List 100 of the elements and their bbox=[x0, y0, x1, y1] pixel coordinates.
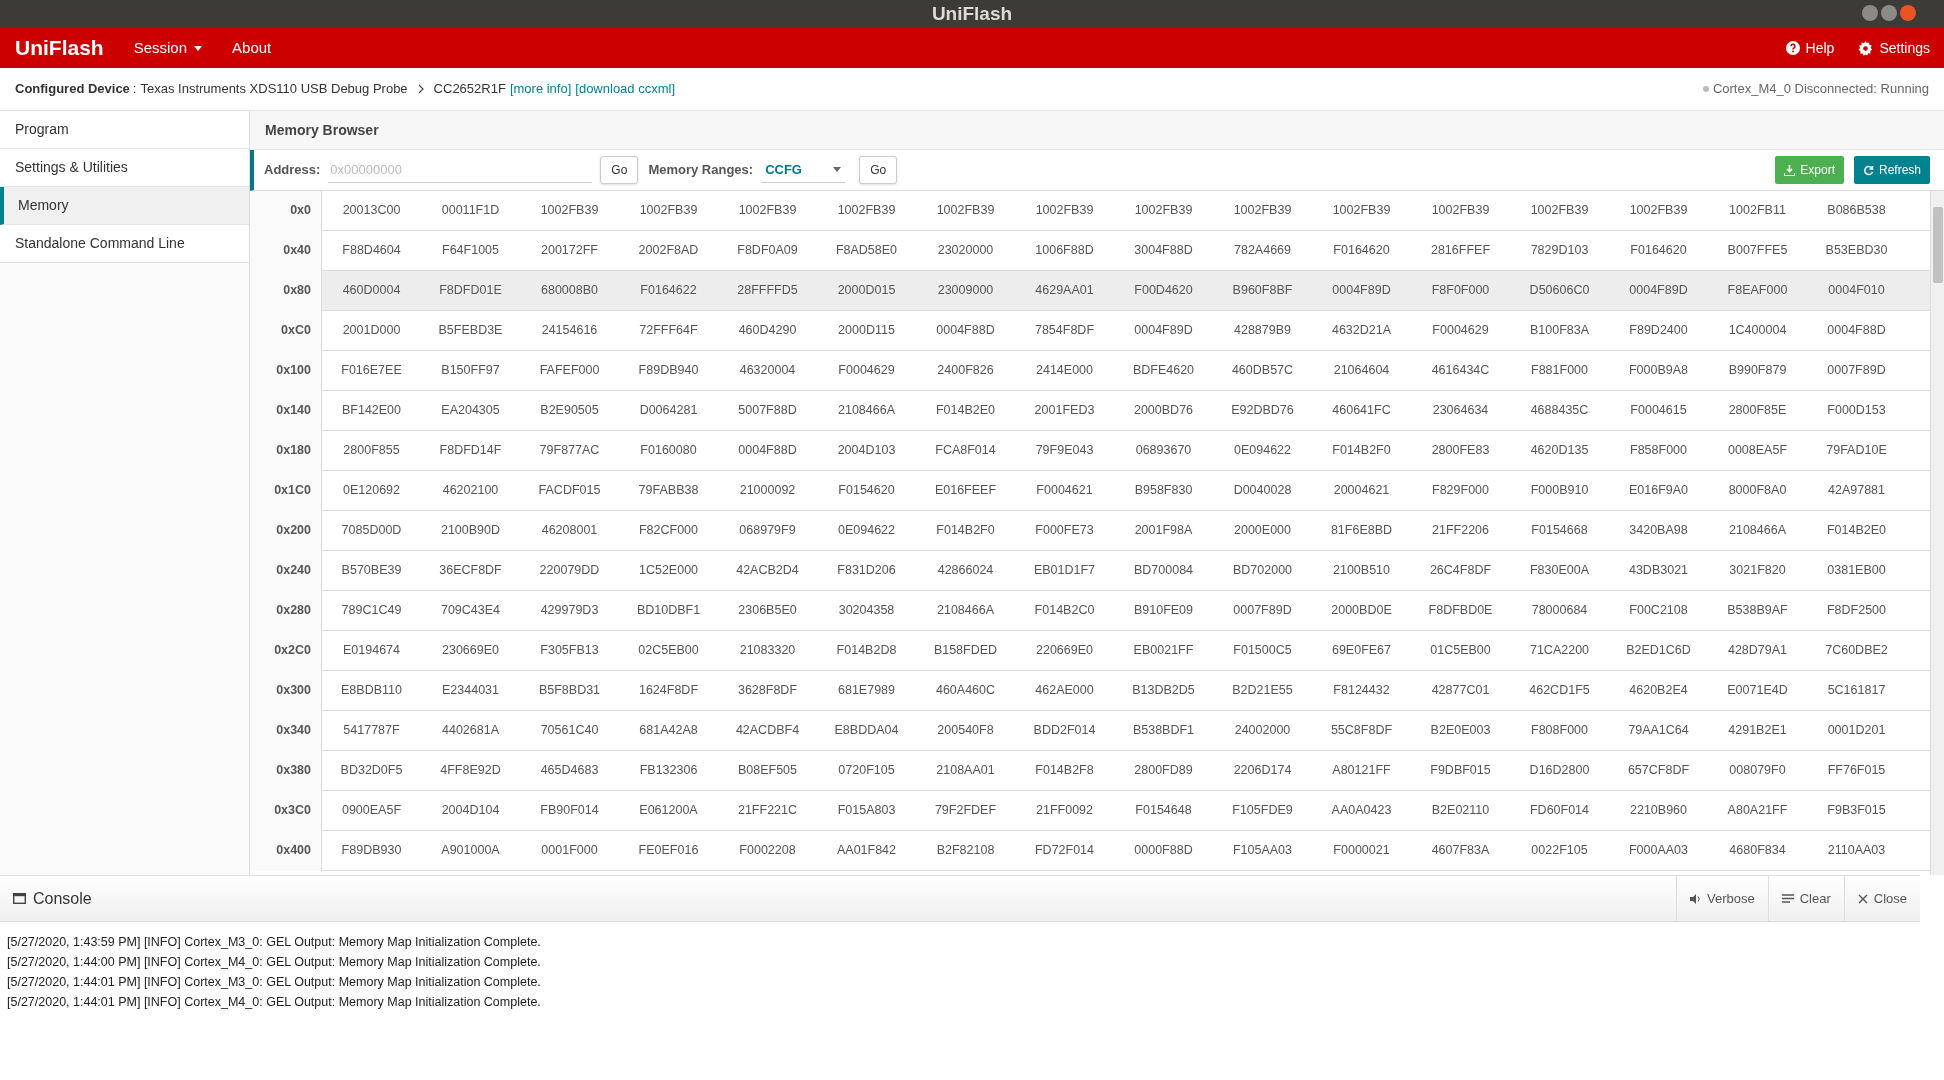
table-cell-text: F014B2F8 bbox=[1035, 762, 1094, 780]
table-cell-text: B570BE39 bbox=[341, 562, 402, 580]
table-cell-text: D0064281 bbox=[639, 402, 698, 420]
settings-button[interactable]: Settings bbox=[1858, 37, 1930, 59]
table-cell-text: 46320004 bbox=[739, 362, 796, 380]
table-cell-text: 79AA1C64 bbox=[1628, 722, 1689, 740]
table-cell-text: 28FFFFD5 bbox=[737, 282, 798, 300]
table-cell-text: F016E7EE bbox=[341, 362, 402, 380]
table-cell-text: F014B2E0 bbox=[1826, 522, 1887, 540]
table-cell-text: B158FDED bbox=[933, 642, 998, 660]
table-cell-text: 460DB57C bbox=[1231, 362, 1294, 380]
app-logo[interactable]: UniFlash bbox=[0, 32, 119, 64]
table-cell-text: 2306B5E0 bbox=[738, 602, 797, 620]
table-cell-text: 1006F88D bbox=[1035, 242, 1094, 260]
table-cell-text: F0160080 bbox=[640, 442, 697, 460]
table-cell-text: 2004D104 bbox=[441, 802, 500, 820]
table-row[interactable]: 460D0004 F8DFD01E 680008B0 F0164622 28FFFFD5 2000D015 23009000 4629AA01 F00D4620 B960F8BF 0004F89D F8F0F000 D50606C0 0004F89D F8EAF000 0004F010 bbox=[322, 271, 1930, 311]
close-icon bbox=[1857, 893, 1868, 904]
table-cell-text: B538B9AF bbox=[1727, 602, 1788, 620]
table-cell-text: 42A97881 bbox=[1828, 482, 1885, 500]
table-cell-text: 1002FB39 bbox=[1134, 202, 1193, 220]
close-button[interactable]: Close bbox=[1843, 876, 1920, 921]
table-cell-text: F014B2C0 bbox=[1034, 602, 1095, 620]
table-cell-text: FF76F015 bbox=[1827, 762, 1886, 780]
sidebar-item[interactable]: Memory bbox=[0, 187, 249, 225]
table-cell-text: 1002FB39 bbox=[1035, 202, 1094, 220]
table-cell-text: 21064604 bbox=[1333, 362, 1390, 380]
table-cell-text: 3628F8DF bbox=[737, 682, 798, 700]
table-cell-text: 068979F9 bbox=[739, 522, 796, 540]
sidebar-item[interactable]: Settings & Utilities bbox=[0, 149, 249, 187]
table-cell-text: E061200A bbox=[639, 802, 698, 820]
table-cell-text: EB0021FF bbox=[1133, 642, 1194, 660]
table-cell-text: F0002208 bbox=[739, 842, 796, 860]
scrollbar[interactable] bbox=[1930, 191, 1944, 875]
table-cell-text: F00C2108 bbox=[1629, 602, 1688, 620]
table-cell-text: 79FABB38 bbox=[638, 482, 699, 500]
table-cell-text: EB01D1F7 bbox=[1033, 562, 1096, 580]
table-cell-text: F831D206 bbox=[837, 562, 896, 580]
table-cell-text: 4620B2E4 bbox=[1629, 682, 1688, 700]
caret-icon bbox=[194, 45, 203, 51]
go-button[interactable]: Go bbox=[600, 156, 639, 184]
table-cell-text: F00D4620 bbox=[1134, 282, 1193, 300]
row-address: 0xC0 bbox=[281, 322, 311, 339]
table-cell-text: F89D2400 bbox=[1629, 322, 1688, 340]
table-cell-text: 2400F826 bbox=[937, 362, 994, 380]
table-cell-text: 2110AA03 bbox=[1827, 842, 1886, 860]
table-cell-text: 460641FC bbox=[1332, 402, 1391, 420]
refresh-button[interactable]: Refresh bbox=[1853, 156, 1930, 184]
table-cell-text: 220079DD bbox=[539, 562, 600, 580]
close-button[interactable] bbox=[1900, 5, 1916, 21]
table-cell-text: F0164620 bbox=[1630, 242, 1687, 260]
table-cell-text: 42866024 bbox=[937, 562, 994, 580]
table-cell-text: 3420BA98 bbox=[1629, 522, 1688, 540]
device-link[interactable]: [download ccxml] bbox=[575, 79, 675, 99]
table-cell-text: 4616434C bbox=[1431, 362, 1490, 380]
table-cell-text: D0040028 bbox=[1233, 482, 1292, 500]
table-cell-text: 681E7989 bbox=[838, 682, 895, 700]
table-cell-text: B007FFE5 bbox=[1727, 242, 1788, 260]
table-cell-text: 2004D103 bbox=[837, 442, 896, 460]
table-cell-text: 4607F83A bbox=[1431, 842, 1490, 860]
verbose-button[interactable]: Verbose bbox=[1675, 876, 1768, 921]
window-icon bbox=[13, 893, 26, 904]
address-field[interactable]: 0x00000000 bbox=[328, 157, 593, 183]
table-cell-text: 2100B90D bbox=[440, 522, 501, 540]
device-link[interactable]: [more info] bbox=[509, 79, 572, 99]
help-button[interactable]: Help bbox=[1785, 37, 1835, 59]
table-cell-text: F0000021 bbox=[1333, 842, 1390, 860]
row-address: 0x280 bbox=[276, 602, 311, 619]
table-cell-text: F8DF0A09 bbox=[737, 242, 798, 260]
table-cell-text: F01500C5 bbox=[1233, 642, 1292, 660]
caret-icon bbox=[833, 167, 842, 172]
menu-item[interactable]: Session bbox=[118, 28, 218, 68]
table-cell-text: BD702000 bbox=[1232, 562, 1293, 580]
table-cell-text: 0000F88D bbox=[1134, 842, 1193, 860]
table-cell-text: 681A42A8 bbox=[639, 722, 698, 740]
table-cell-text: B2E02110 bbox=[1431, 802, 1490, 820]
sidebar-item[interactable]: Standalone Command Line bbox=[0, 225, 249, 263]
table-cell-text: 7C60DBE2 bbox=[1825, 642, 1888, 660]
table-cell-text: 0022F105 bbox=[1531, 842, 1588, 860]
chevron-right-icon bbox=[417, 84, 424, 94]
go-button[interactable]: Go bbox=[859, 156, 898, 184]
sidebar-item[interactable]: Program bbox=[0, 111, 249, 149]
table-cell-text: 23009000 bbox=[937, 282, 994, 300]
table-cell-text: 42877C01 bbox=[1431, 682, 1490, 700]
row-address: 0x200 bbox=[276, 522, 311, 539]
table-cell-text: 462AE000 bbox=[1035, 682, 1094, 700]
table-cell-text: FD72F014 bbox=[1034, 842, 1095, 860]
table-cell-text: 01C5EB00 bbox=[1430, 642, 1491, 660]
table-cell-text: 4688435C bbox=[1530, 402, 1589, 420]
table-cell-text: B08EF505 bbox=[737, 762, 798, 780]
table-cell-text: 30204358 bbox=[838, 602, 895, 620]
row-address: 0x240 bbox=[276, 562, 311, 579]
menu-item[interactable]: About bbox=[217, 28, 287, 68]
table-cell-text: 2108466A bbox=[838, 402, 895, 420]
maximize-button[interactable] bbox=[1881, 5, 1897, 21]
minimize-button[interactable] bbox=[1862, 5, 1878, 21]
table-cell-text: D16D2800 bbox=[1529, 762, 1590, 780]
memory-range-dropdown[interactable]: CCFG bbox=[761, 157, 846, 183]
table-cell-text: 2001D000 bbox=[342, 322, 401, 340]
clear-button[interactable]: Clear bbox=[1767, 876, 1844, 921]
